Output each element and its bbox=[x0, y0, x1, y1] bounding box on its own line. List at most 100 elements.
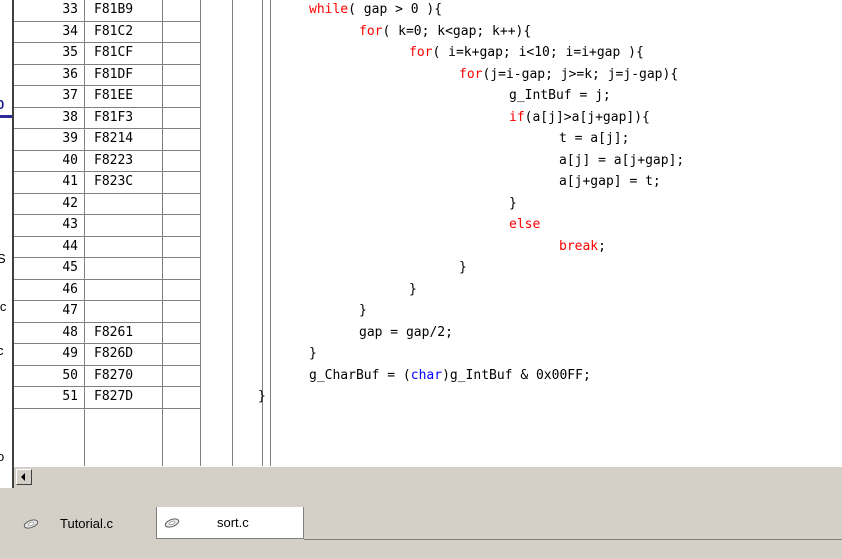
code-row[interactable]: 48 F8261 gap = gap/2; bbox=[14, 323, 842, 344]
row-divider bbox=[14, 407, 200, 409]
code-token: } bbox=[258, 389, 266, 404]
background-window-underline bbox=[0, 115, 12, 118]
code-row[interactable]: 51 F827D} bbox=[14, 387, 842, 408]
source-editor[interactable]: 33 F81B9 while( gap > 0 ){34 F81C2 for( k=0;… bbox=[12, 0, 842, 488]
code-text: } bbox=[359, 301, 367, 322]
address-cell: F8223 bbox=[94, 152, 134, 168]
line-number: 39 bbox=[14, 129, 84, 150]
line-number: 41 bbox=[14, 172, 84, 193]
code-token: ; bbox=[598, 238, 606, 254]
code-row[interactable]: 33 F81B9 while( gap > 0 ){ bbox=[14, 0, 842, 21]
address-cell: F81B9 bbox=[94, 2, 134, 17]
address-cell: F81CF bbox=[94, 45, 134, 60]
line-number-text: 35 bbox=[62, 45, 78, 60]
code-text: for(j=i-gap; j>=k; j=j-gap){ bbox=[459, 65, 678, 86]
code-row[interactable]: 45} bbox=[14, 258, 842, 279]
address-cell bbox=[94, 280, 174, 301]
code-text: for( k=0; k<gap; k++){ bbox=[359, 22, 531, 43]
arrow-left-icon bbox=[21, 473, 25, 481]
line-number-text: 34 bbox=[62, 23, 78, 39]
tab-bar-top bbox=[0, 488, 842, 507]
background-window-text: 0 bbox=[0, 97, 5, 112]
code-text: } bbox=[409, 280, 417, 301]
code-text: } bbox=[309, 344, 317, 365]
line-number: 36 bbox=[14, 65, 84, 86]
keyword-token: while bbox=[309, 2, 349, 17]
keyword-token: for bbox=[359, 23, 383, 39]
line-number: 42 bbox=[14, 194, 84, 215]
code-row[interactable]: 38 F81F3 if(a[j]>a[j+gap]){ bbox=[14, 108, 842, 129]
code-token: ( gap > 0 ){ bbox=[348, 2, 443, 17]
code-token: t = a[j]; bbox=[559, 131, 630, 146]
address-cell bbox=[94, 215, 174, 236]
line-number: 47 bbox=[14, 301, 84, 322]
line-number-text: 38 bbox=[62, 109, 78, 125]
code-row[interactable]: 37 F81EE g_IntBuf = j; bbox=[14, 86, 842, 107]
code-row[interactable]: 43 else bbox=[14, 215, 842, 236]
line-number-text: 43 bbox=[62, 217, 78, 232]
code-text: a[j+gap] = t; bbox=[559, 172, 661, 193]
line-number: 40 bbox=[14, 151, 84, 172]
type-token: char bbox=[410, 367, 443, 383]
code-token: } bbox=[509, 195, 517, 211]
line-number: 45 bbox=[14, 258, 84, 279]
code-text: t = a[j]; bbox=[559, 129, 629, 150]
line-number: 35 bbox=[14, 43, 84, 64]
code-token: } bbox=[409, 281, 417, 297]
code-row[interactable]: 47} bbox=[14, 301, 842, 322]
address-cell: F827D bbox=[94, 389, 134, 404]
code-text: while( gap > 0 ){ bbox=[309, 0, 442, 21]
line-number: 50 bbox=[14, 366, 84, 387]
code-text: } bbox=[258, 387, 266, 408]
code-row[interactable]: 50 F8270 g_CharBuf = (char)g_IntBuf & 0x00… bbox=[14, 366, 842, 387]
code-row[interactable]: 39 F8214 t = a[j]; bbox=[14, 129, 842, 150]
horizontal-scrollbar[interactable] bbox=[14, 466, 842, 488]
code-row[interactable]: 42} bbox=[14, 194, 842, 215]
code-token: } bbox=[309, 346, 317, 361]
code-text: } bbox=[509, 194, 517, 215]
line-number: 33 bbox=[14, 0, 84, 21]
tab-label: sort.c bbox=[217, 515, 249, 530]
keyword-token: else bbox=[509, 217, 541, 232]
code-token: } bbox=[459, 260, 467, 275]
code-text: g_CharBuf = (char)g_IntBuf & 0x00FF; bbox=[309, 366, 591, 387]
address-cell: F8214 bbox=[94, 131, 134, 146]
keyword-token: for bbox=[409, 45, 433, 60]
code-token: ( i=k+gap; i<10; i=i+gap ){ bbox=[432, 45, 644, 60]
tab-tutorial-c[interactable]: Tutorial.c bbox=[8, 509, 158, 539]
line-number-text: 46 bbox=[62, 281, 78, 297]
code-token: g_IntBuf = j; bbox=[509, 88, 611, 103]
code-token: ( k=0; k<gap; k++){ bbox=[382, 23, 532, 39]
line-number-text: 44 bbox=[62, 238, 78, 254]
line-number-text: 45 bbox=[62, 260, 78, 275]
line-number: 43 bbox=[14, 215, 84, 236]
code-row[interactable]: 44 break; bbox=[14, 237, 842, 258]
background-window-text: S bbox=[0, 251, 6, 266]
file-tab-bar: Tutorial.c sort.c bbox=[0, 488, 842, 559]
background-window-text: c bbox=[0, 343, 4, 358]
tab-sort-c[interactable]: sort.c bbox=[156, 507, 304, 539]
scroll-left-button[interactable] bbox=[16, 469, 32, 485]
line-number-text: 49 bbox=[62, 346, 78, 361]
code-row[interactable]: 36 F81DF for(j=i-gap; j>=k; j=j-gap){ bbox=[14, 65, 842, 86]
code-row[interactable]: 49 F826D} bbox=[14, 344, 842, 365]
address-cell bbox=[94, 194, 174, 215]
code-text: else bbox=[509, 215, 540, 236]
code-row[interactable]: 35 F81CF for( i=k+gap; i<10; i=i+gap ){ bbox=[14, 43, 842, 64]
code-token: )g_IntBuf & 0x00FF; bbox=[442, 367, 591, 383]
keyword-token: if bbox=[509, 109, 525, 125]
code-token: } bbox=[359, 303, 367, 318]
code-row[interactable]: 46} bbox=[14, 280, 842, 301]
background-window-text: ic bbox=[0, 299, 7, 314]
code-text: for( i=k+gap; i<10; i=i+gap ){ bbox=[409, 43, 644, 64]
keyword-token: break bbox=[559, 238, 599, 254]
code-row[interactable]: 41 F823C a[j+gap] = t; bbox=[14, 172, 842, 193]
address-cell: F81EE bbox=[94, 88, 134, 103]
line-number-text: 39 bbox=[62, 131, 78, 146]
code-row[interactable]: 34 F81C2 for( k=0; k<gap; k++){ bbox=[14, 22, 842, 43]
code-text: a[j] = a[j+gap]; bbox=[559, 151, 684, 172]
code-row[interactable]: 40 F8223 a[j] = a[j+gap]; bbox=[14, 151, 842, 172]
address-cell bbox=[94, 237, 174, 258]
address-cell: F8261 bbox=[94, 324, 134, 340]
code-listing[interactable]: 33 F81B9 while( gap > 0 ){34 F81C2 for( k=0;… bbox=[14, 0, 842, 466]
